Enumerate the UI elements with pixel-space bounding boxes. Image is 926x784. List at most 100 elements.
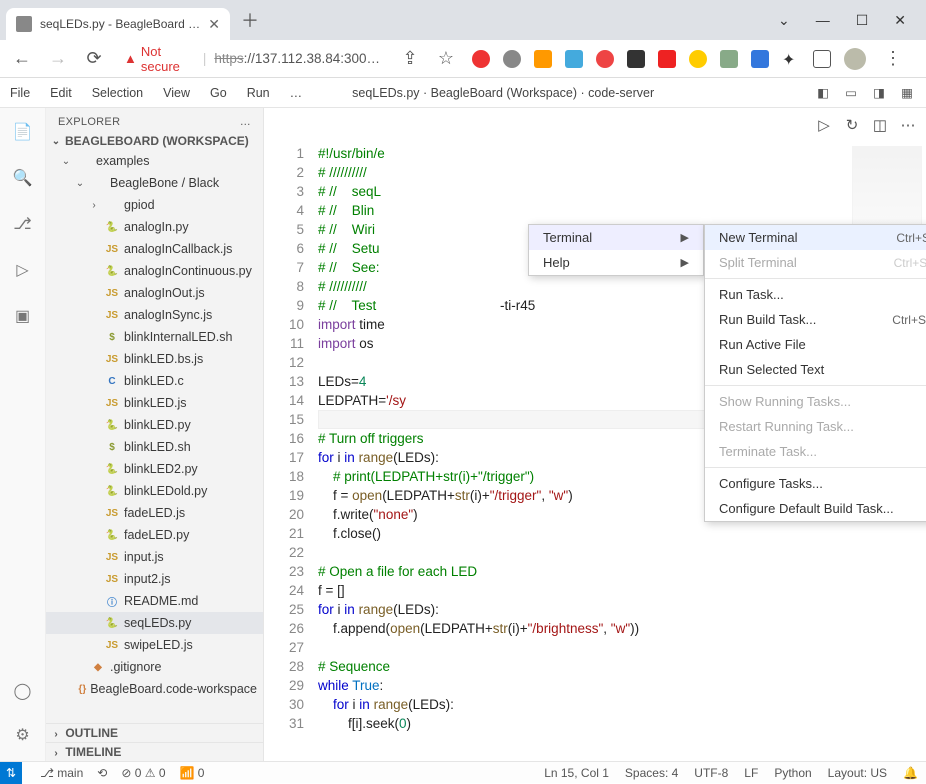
layout-sidebar-right-icon[interactable]: ◨ <box>870 85 888 100</box>
back-button[interactable]: ← <box>8 45 36 73</box>
sync-icon[interactable]: ⟲ <box>97 766 107 780</box>
layout[interactable]: Layout: US <box>828 766 887 780</box>
tree-item[interactable]: {}BeagleBoard.code-workspace <box>46 678 263 700</box>
timeline-header[interactable]: › TIMELINE <box>46 742 263 761</box>
remote-indicator[interactable]: ⇅ <box>0 762 22 784</box>
apps-icon[interactable] <box>813 50 831 68</box>
ext-icon-9[interactable] <box>720 50 738 68</box>
close-tab-icon[interactable]: ✕ <box>208 16 220 33</box>
language[interactable]: Python <box>774 766 811 780</box>
maximize-icon[interactable]: ☐ <box>856 12 869 29</box>
layout-panel-icon[interactable]: ▭ <box>842 85 860 100</box>
menu-…[interactable]: … <box>280 78 313 107</box>
tree-item[interactable]: JSblinkLED.bs.js <box>46 348 263 370</box>
tree-item[interactable]: ⓘREADME.md <box>46 590 263 612</box>
url-box[interactable]: ▲ Not secure | https://137.112.38.84:300… <box>116 45 388 73</box>
ext-icon-5[interactable] <box>596 50 614 68</box>
layout-customize-icon[interactable]: ▦ <box>898 85 916 100</box>
extensions-icon[interactable]: ✦ <box>782 50 800 68</box>
tree-item[interactable]: 🐍analogInContinuous.py <box>46 260 263 282</box>
editor-more-icon[interactable]: ⋯ <box>894 116 922 134</box>
chrome-menu-icon[interactable]: ⋮ <box>879 45 907 73</box>
submenu-item[interactable]: Run Active File <box>705 332 926 357</box>
run-icon[interactable]: ▷ <box>810 116 838 134</box>
tree-item[interactable]: $blinkInternalLED.sh <box>46 326 263 348</box>
radio-icon[interactable]: 📶 0 <box>180 766 205 780</box>
notifications-icon[interactable]: 🔔 <box>903 766 918 780</box>
menu-item[interactable]: Terminal▶ <box>529 225 703 250</box>
tree-item[interactable]: 🐍fadeLED.py <box>46 524 263 546</box>
tree-item[interactable]: 🐍blinkLED2.py <box>46 458 263 480</box>
submenu-item[interactable]: Run Task... <box>705 282 926 307</box>
tree-item[interactable]: JSblinkLED.js <box>46 392 263 414</box>
profile-avatar[interactable] <box>844 48 866 70</box>
indent[interactable]: Spaces: 4 <box>625 766 678 780</box>
menu-go[interactable]: Go <box>200 78 237 107</box>
run-history-icon[interactable]: ↻ <box>838 116 866 134</box>
menu-view[interactable]: View <box>153 78 200 107</box>
outline-header[interactable]: › OUTLINE <box>46 723 263 742</box>
tree-item[interactable]: 🐍analogIn.py <box>46 216 263 238</box>
menu-item[interactable]: Help▶ <box>529 250 703 275</box>
new-tab-button[interactable]: ＋ <box>236 7 264 33</box>
tree-item[interactable]: JSswipeLED.js <box>46 634 263 656</box>
dropdown-icon[interactable]: ⌄ <box>778 12 790 29</box>
tree-item[interactable]: JSinput.js <box>46 546 263 568</box>
explorer-icon[interactable]: 📄 <box>11 120 35 144</box>
tree-item[interactable]: $blinkLED.sh <box>46 436 263 458</box>
eol[interactable]: LF <box>744 766 758 780</box>
tree-item[interactable]: JSfadeLED.js <box>46 502 263 524</box>
browser-tab[interactable]: seqLEDs.py - BeagleBoard (Work… ✕ <box>6 8 230 40</box>
explorer-more-icon[interactable]: … <box>240 116 251 128</box>
ext-icon-4[interactable] <box>565 50 583 68</box>
submenu-item[interactable]: Run Selected Text <box>705 357 926 382</box>
workspace-header[interactable]: ⌄BEAGLEBOARD (WORKSPACE) <box>46 132 263 150</box>
extensions-view-icon[interactable]: ▣ <box>11 304 35 328</box>
close-window-icon[interactable]: ✕ <box>894 12 906 29</box>
tree-item[interactable]: JSanalogInOut.js <box>46 282 263 304</box>
submenu-item[interactable]: Configure Default Build Task... <box>705 496 926 521</box>
ext-icon-3[interactable] <box>534 50 552 68</box>
tree-item[interactable]: ⌄examples <box>46 150 263 172</box>
split-editor-icon[interactable]: ◫ <box>866 116 894 134</box>
run-debug-icon[interactable]: ▷ <box>11 258 35 282</box>
ext-icon-10[interactable] <box>751 50 769 68</box>
menu-edit[interactable]: Edit <box>40 78 82 107</box>
minimize-icon[interactable]: — <box>816 12 830 28</box>
tree-item[interactable]: CblinkLED.c <box>46 370 263 392</box>
tree-item[interactable]: 🐍seqLEDs.py <box>46 612 263 634</box>
tree-item[interactable]: JSinput2.js <box>46 568 263 590</box>
tree-item[interactable]: ◆.gitignore <box>46 656 263 678</box>
problems[interactable]: ⊘ 0 ⚠ 0 <box>121 766 165 780</box>
encoding[interactable]: UTF-8 <box>694 766 728 780</box>
ext-icon-1[interactable] <box>472 50 490 68</box>
tree-item[interactable]: JSanalogInCallback.js <box>46 238 263 260</box>
search-icon[interactable]: 🔍 <box>11 166 35 190</box>
cursor-position[interactable]: Ln 15, Col 1 <box>544 766 609 780</box>
menu-selection[interactable]: Selection <box>82 78 153 107</box>
ext-icon-2[interactable] <box>503 50 521 68</box>
ext-icon-8[interactable] <box>689 50 707 68</box>
tree-item[interactable]: ⌄BeagleBone / Black <box>46 172 263 194</box>
submenu-item: Split TerminalCtrl+Shift+5 <box>705 250 926 275</box>
ext-icon-6[interactable] <box>627 50 645 68</box>
submenu-item[interactable]: Run Build Task...Ctrl+Shift+B <box>705 307 926 332</box>
share-icon[interactable]: ⇪ <box>396 45 424 73</box>
tree-item[interactable]: JSanalogInSync.js <box>46 304 263 326</box>
tree-item[interactable]: 🐍blinkLEDold.py <box>46 480 263 502</box>
scm-icon[interactable]: ⎇ <box>11 212 35 236</box>
forward-button[interactable]: → <box>44 45 72 73</box>
menu-run[interactable]: Run <box>237 78 280 107</box>
settings-gear-icon[interactable]: ⚙ <box>11 723 35 747</box>
account-icon[interactable]: ◯ <box>11 679 35 703</box>
bookmark-icon[interactable]: ☆ <box>432 45 460 73</box>
ext-icon-7[interactable] <box>658 50 676 68</box>
tree-item[interactable]: ›gpiod <box>46 194 263 216</box>
menu-file[interactable]: File <box>0 78 40 107</box>
layout-sidebar-left-icon[interactable]: ◧ <box>814 85 832 100</box>
submenu-item[interactable]: Configure Tasks... <box>705 471 926 496</box>
reload-button[interactable]: ⟳ <box>80 45 108 73</box>
tree-item[interactable]: 🐍blinkLED.py <box>46 414 263 436</box>
submenu-item[interactable]: New TerminalCtrl+Shift+` <box>705 225 926 250</box>
git-branch[interactable]: ⎇ main <box>40 766 83 780</box>
